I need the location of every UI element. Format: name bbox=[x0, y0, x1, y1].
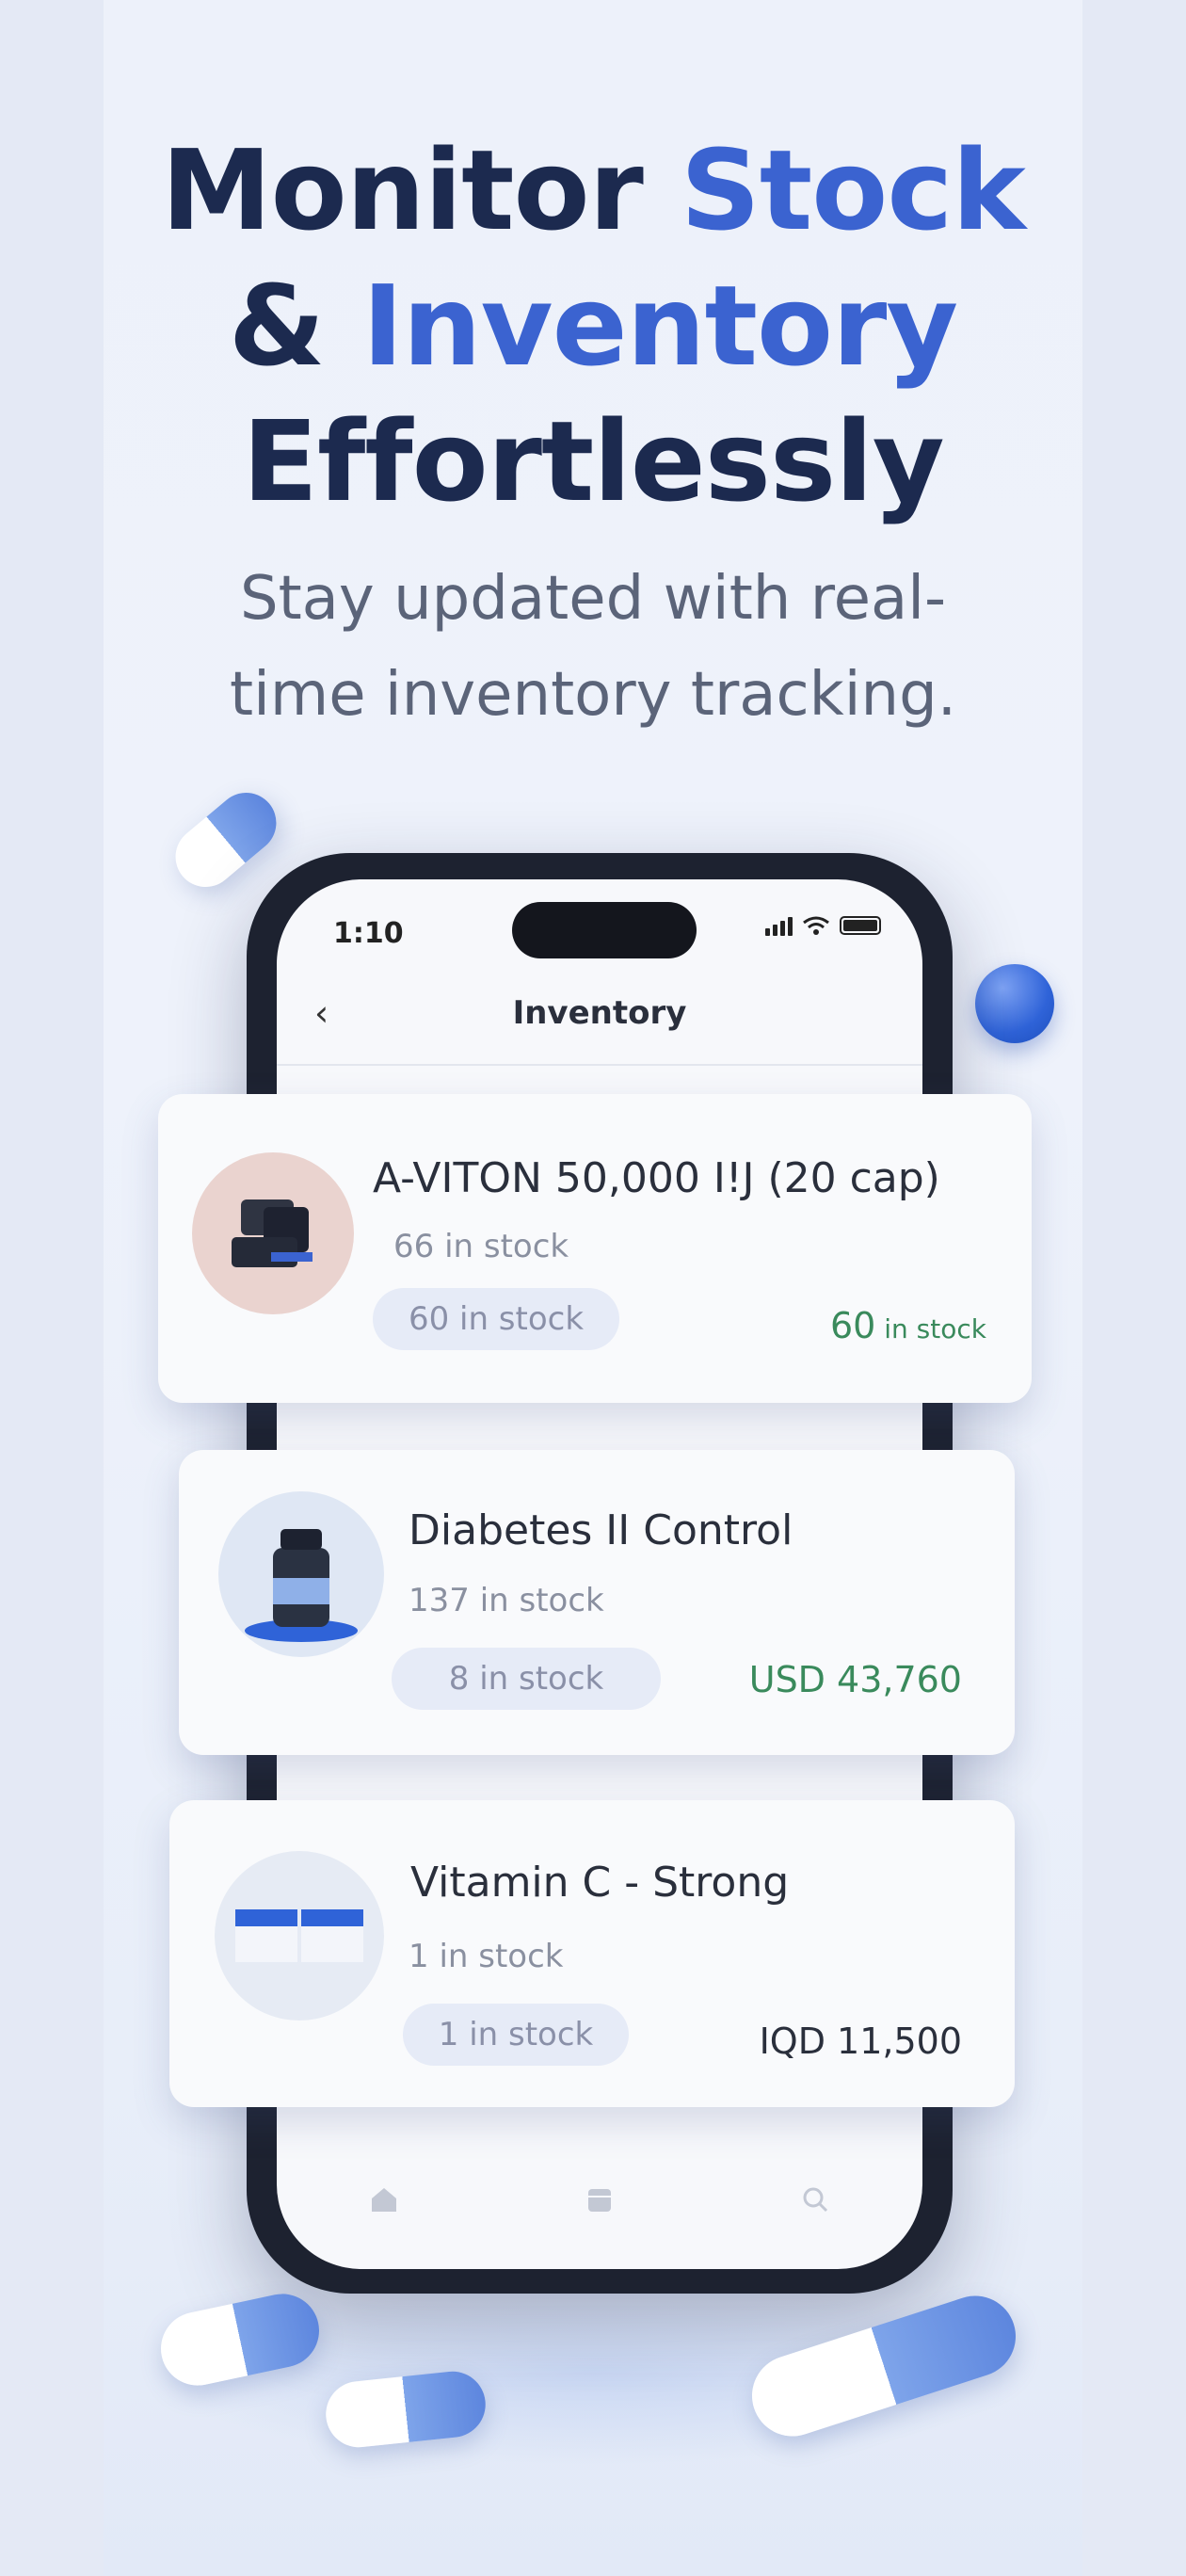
product-image bbox=[232, 1199, 313, 1267]
product-image bbox=[235, 1909, 363, 1962]
headline-accent-stock: Stock bbox=[680, 125, 1026, 255]
stock-count: 137 in stock bbox=[409, 1582, 604, 1619]
tab-inventory[interactable] bbox=[584, 2183, 616, 2268]
background-left bbox=[0, 0, 104, 2576]
price-suffix: in stock bbox=[875, 1313, 986, 1344]
tab-bar bbox=[277, 2183, 922, 2268]
headline: Monitor Stock & Inventory Effortlessly bbox=[104, 122, 1082, 529]
price-value: 60 bbox=[830, 1305, 876, 1346]
stock-count: 66 in stock bbox=[393, 1228, 569, 1265]
price-label: IQD 11,500 bbox=[759, 2021, 962, 2062]
price-label: 60 in stock bbox=[830, 1305, 986, 1346]
search-icon bbox=[803, 2187, 827, 2213]
subheadline: Stay updated with real-time inventory tr… bbox=[229, 564, 957, 730]
status-time: 1:10 bbox=[333, 917, 404, 950]
stock-count: 1 in stock bbox=[409, 1938, 564, 1975]
product-name: A-VITON 50,000 I!J (20 cap) bbox=[373, 1154, 940, 1202]
headline-accent-inventory: Inventory bbox=[361, 261, 958, 391]
product-thumbnail bbox=[218, 1491, 384, 1657]
product-image bbox=[245, 1529, 358, 1642]
battery-icon bbox=[840, 916, 881, 935]
price-label: USD 43,760 bbox=[748, 1659, 962, 1700]
product-name: Vitamin C - Strong bbox=[410, 1859, 790, 1907]
pill-ball-decoration bbox=[975, 964, 1054, 1043]
product-thumbnail bbox=[215, 1851, 384, 2021]
stock-chip: 60 in stock bbox=[373, 1288, 619, 1350]
nav-divider bbox=[277, 1064, 922, 1066]
headline-text-2: & bbox=[228, 261, 362, 391]
screen-title: Inventory bbox=[512, 994, 687, 1032]
headline-text-3: Effortlessly bbox=[242, 396, 944, 526]
home-icon bbox=[372, 2188, 397, 2212]
product-name: Diabetes II Control bbox=[409, 1506, 793, 1554]
status-icons bbox=[765, 915, 881, 936]
tab-search[interactable] bbox=[799, 2183, 831, 2268]
inventory-card[interactable]: A-VITON 50,000 I!J (20 cap) 66 in stock … bbox=[158, 1094, 1032, 1403]
product-thumbnail bbox=[192, 1152, 354, 1314]
stock-chip: 1 in stock bbox=[403, 2004, 629, 2066]
background-right bbox=[1082, 0, 1186, 2576]
headline-text-1: Monitor bbox=[161, 125, 681, 255]
inventory-card[interactable]: Diabetes II Control 137 in stock 8 in st… bbox=[179, 1450, 1015, 1755]
signal-icon bbox=[765, 915, 793, 936]
stock-chip: 8 in stock bbox=[392, 1648, 661, 1710]
dynamic-island bbox=[512, 902, 697, 958]
wifi-icon bbox=[803, 916, 829, 935]
inventory-card[interactable]: Vitamin C - Strong 1 in stock 1 in stock… bbox=[169, 1800, 1015, 2107]
box-icon bbox=[587, 2189, 611, 2212]
tab-home[interactable] bbox=[368, 2183, 400, 2268]
